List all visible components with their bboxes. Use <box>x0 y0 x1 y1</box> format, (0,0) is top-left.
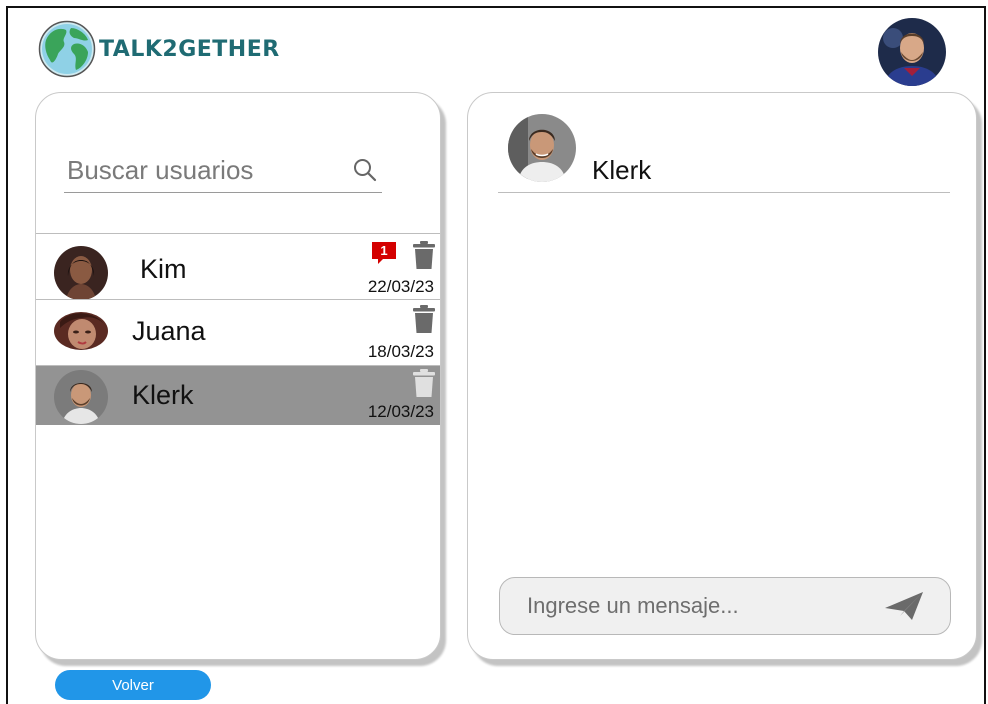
trash-icon[interactable] <box>412 368 436 398</box>
search-input[interactable]: Buscar usuarios <box>64 145 382 193</box>
chat-header: Klerk <box>498 111 950 193</box>
contact-name: Juana <box>132 316 206 346</box>
chat-panel: Klerk Ingrese un mensaje... <box>467 92 977 660</box>
search-placeholder: Buscar usuarios <box>67 155 254 185</box>
contact-date: 18/03/23 <box>367 342 434 361</box>
contact-name: Kim <box>140 254 187 284</box>
trash-icon[interactable] <box>412 240 436 270</box>
trash-icon[interactable] <box>412 304 436 334</box>
contact-name: Klerk <box>132 380 194 410</box>
contact-avatar <box>54 312 108 350</box>
search-icon[interactable] <box>352 157 378 183</box>
contact-item-kim[interactable]: Kim 1 22/03/23 <box>36 233 440 300</box>
contact-avatar <box>54 370 108 424</box>
contact-avatar <box>54 246 108 300</box>
unread-badge-icon: 1 <box>372 242 396 264</box>
send-icon[interactable] <box>884 590 924 622</box>
message-input[interactable]: Ingrese un mensaje... <box>499 577 951 635</box>
contact-date: 12/03/23 <box>367 402 434 421</box>
back-button[interactable]: Volver <box>55 670 211 700</box>
globe-icon <box>38 20 96 78</box>
unread-count: 1 <box>380 243 387 258</box>
contact-list: Kim 1 22/03/23 Juana 18/03/23 Klerk 12/0… <box>36 233 440 425</box>
current-user-avatar[interactable] <box>878 18 946 86</box>
chat-contact-name: Klerk <box>592 155 652 185</box>
app-name: TALK2GETHER <box>99 36 280 62</box>
message-placeholder: Ingrese un mensaje... <box>527 593 739 618</box>
app-logo[interactable]: TALK2GETHER <box>38 20 280 78</box>
contacts-panel: Buscar usuarios Kim 1 22/03/23 Juana 18/… <box>35 92 441 660</box>
contact-item-juana[interactable]: Juana 18/03/23 <box>36 299 440 365</box>
chat-contact-avatar <box>508 114 576 182</box>
contact-date: 22/03/23 <box>367 277 434 296</box>
contact-item-klerk[interactable]: Klerk 12/03/23 <box>36 365 440 425</box>
